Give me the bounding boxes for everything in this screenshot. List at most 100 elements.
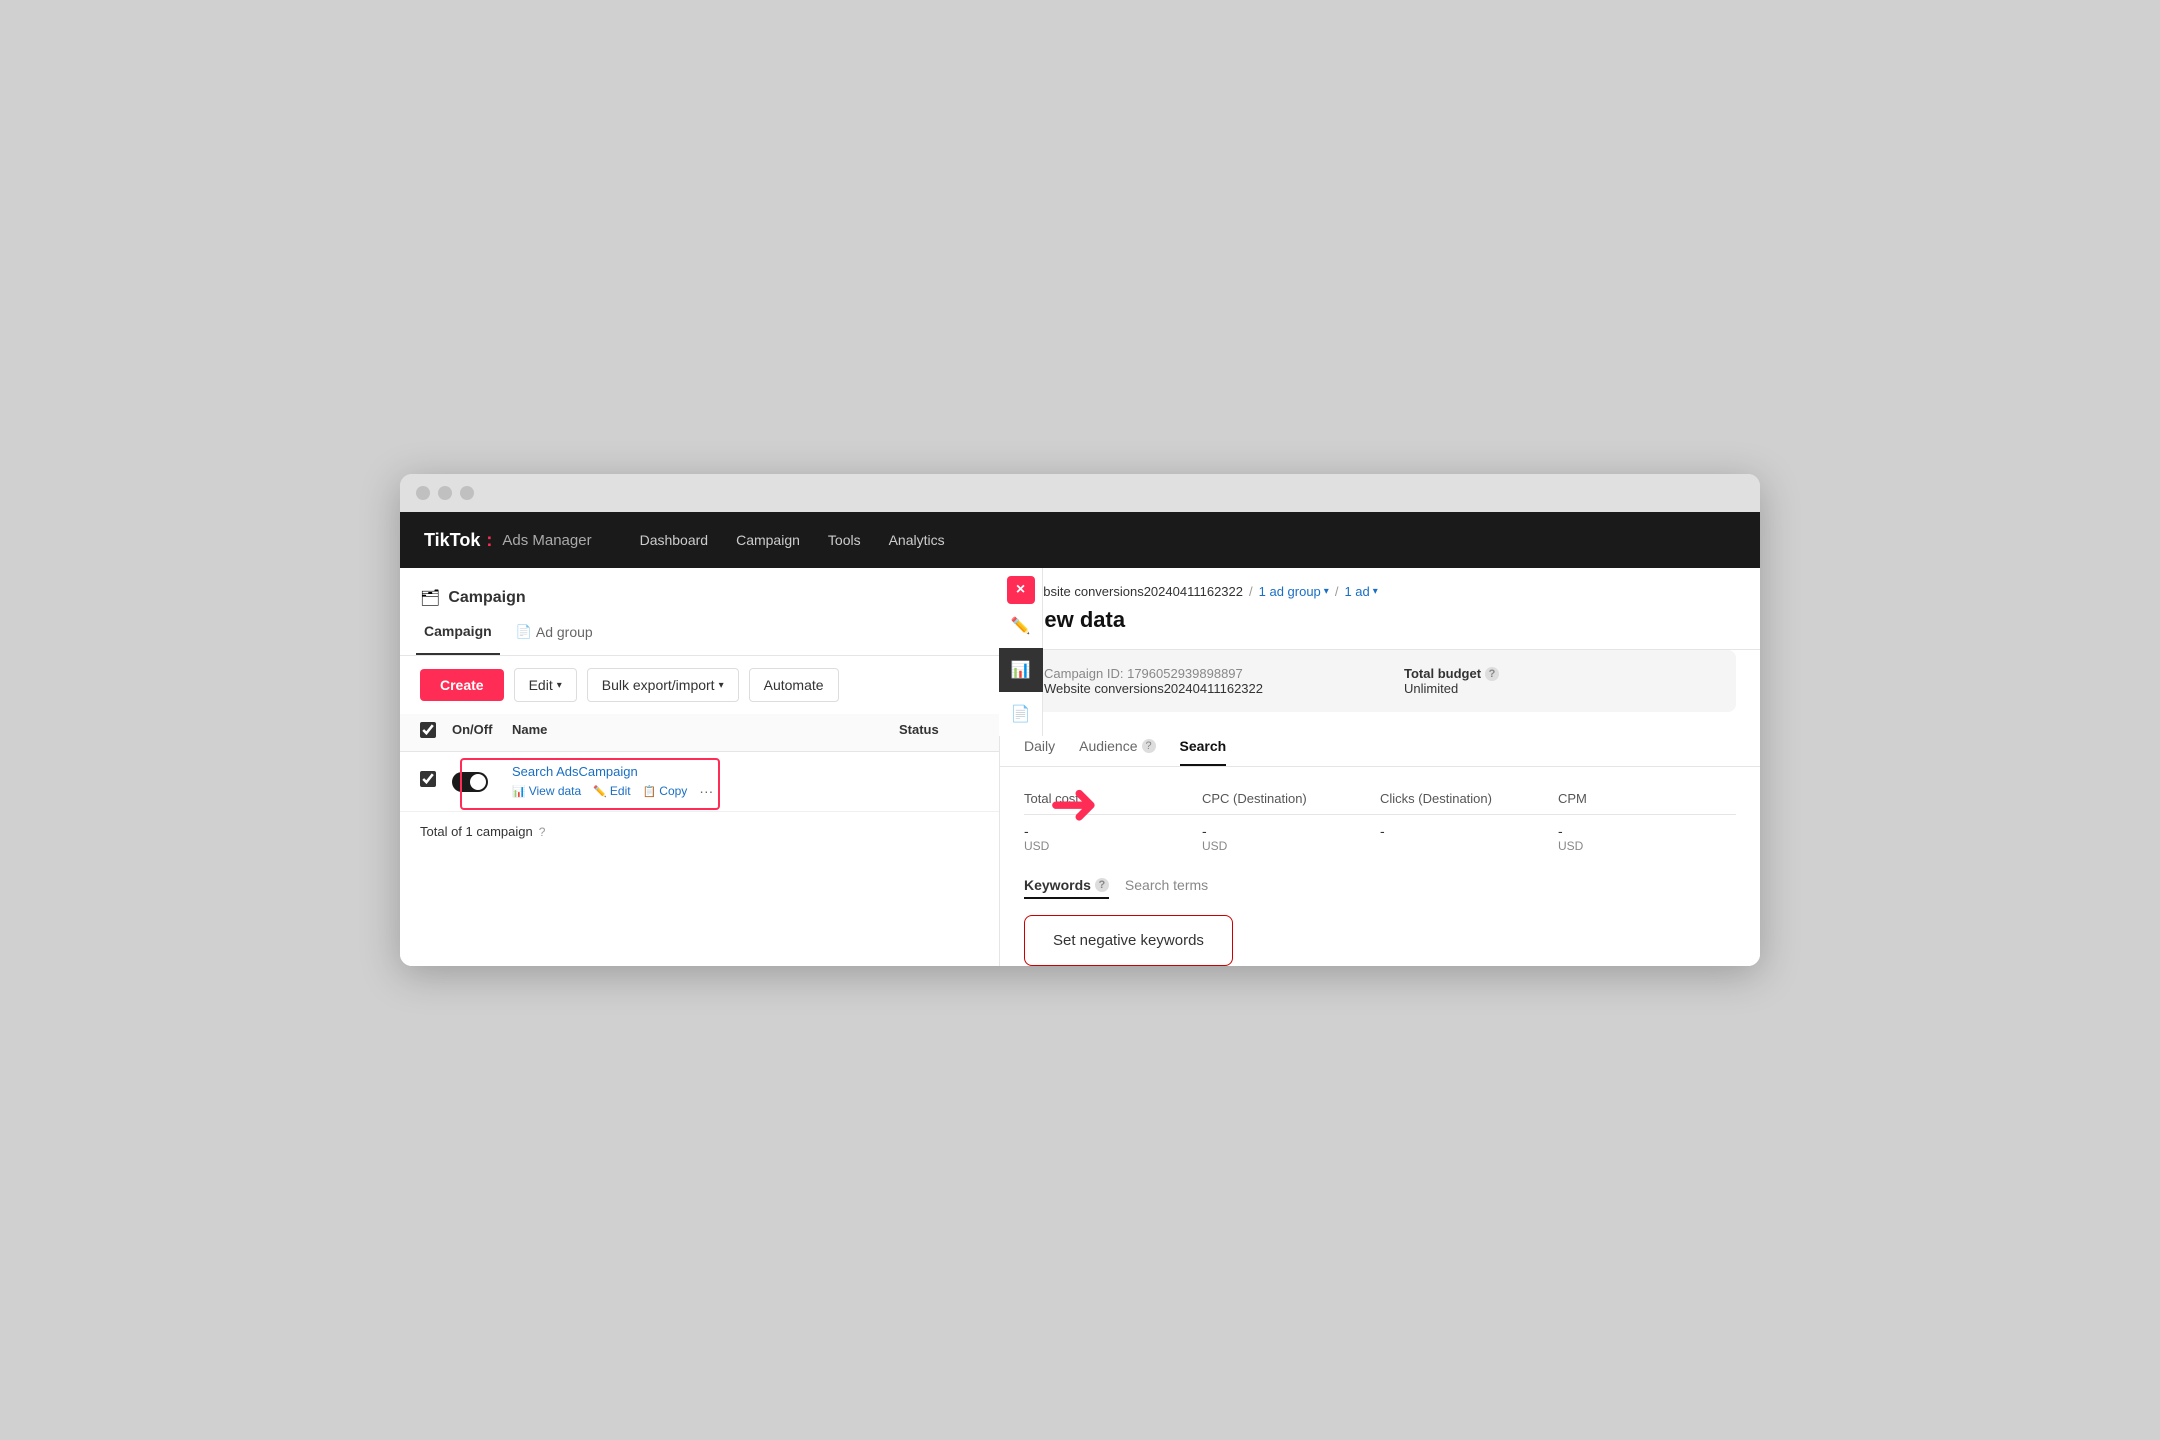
breadcrumb-campaign-name: Website conversions20240411162322 xyxy=(1024,584,1243,599)
view-data-icon: 📊 xyxy=(512,785,526,798)
campaign-toggle[interactable] xyxy=(452,772,488,792)
automate-button[interactable]: Automate xyxy=(749,668,839,702)
view-data-title: View data xyxy=(1024,607,1736,633)
set-keywords-wrapper: Set negative keywords xyxy=(1024,915,1233,966)
brand-colon: : xyxy=(486,530,492,551)
edit-dropdown-arrow: ▾ xyxy=(557,680,562,691)
budget-value: Unlimited xyxy=(1404,681,1716,696)
row-checkbox[interactable] xyxy=(420,771,436,787)
stats-header-row: Total cost CPC (Destination) Clicks (Des… xyxy=(1024,783,1736,815)
close-panel-button[interactable]: × xyxy=(1007,576,1035,604)
left-panel-header: 🗂 Campaign xyxy=(400,568,999,608)
keywords-section: Keywords ? Search terms Set negative key… xyxy=(1000,877,1760,966)
sidebar-pencil-button[interactable]: ✏️ xyxy=(999,604,1043,648)
more-options-icon[interactable]: ··· xyxy=(699,783,713,799)
col-checkbox xyxy=(420,722,452,743)
main-content: 🗂 Campaign Campaign 📄 Ad group Create Ed… xyxy=(400,568,1760,966)
stats-data-row: - USD - USD - - USD xyxy=(1024,815,1736,861)
stats-val-cpm: - USD xyxy=(1558,823,1736,853)
campaign-name[interactable]: Search AdsCampaign xyxy=(512,764,899,779)
edit-link[interactable]: ✏️ Edit xyxy=(593,784,630,798)
folder-icon: 🗂 xyxy=(420,588,440,608)
total-row: Total of 1 campaign ? xyxy=(400,812,999,851)
breadcrumb-sep2: / xyxy=(1335,584,1339,599)
campaign-id-label: Campaign ID: 1796052939898897 xyxy=(1044,666,1376,681)
left-panel-title: Campaign xyxy=(448,589,525,607)
traffic-light-yellow xyxy=(438,486,452,500)
keywords-tab-keywords[interactable]: Keywords ? xyxy=(1024,877,1109,899)
table-body: Search AdsCampaign 📊 View data ✏️ Edit xyxy=(400,752,999,851)
copy-icon: 📋 xyxy=(643,785,657,798)
traffic-light-red xyxy=(416,486,430,500)
breadcrumb-sep1: / xyxy=(1249,584,1253,599)
campaign-action-links: 📊 View data ✏️ Edit 📋 Copy ·· xyxy=(512,783,899,799)
data-tabs: Daily Audience ? Search xyxy=(1000,728,1760,767)
nav-links: Dashboard Campaign Tools Analytics xyxy=(640,532,945,548)
traffic-light-green xyxy=(460,486,474,500)
tab-campaign[interactable]: Campaign xyxy=(416,609,500,655)
col-onoff: On/Off xyxy=(452,722,512,743)
brand-tiktok: TikTok xyxy=(424,530,480,551)
nav-tools[interactable]: Tools xyxy=(828,532,861,548)
view-data-link[interactable]: 📊 View data xyxy=(512,784,581,798)
right-panel-top: Website conversions20240411162322 / 1 ad… xyxy=(1000,568,1760,650)
window-chrome xyxy=(400,474,1760,512)
breadcrumb-ad-link[interactable]: 1 ad ▾ xyxy=(1344,584,1377,599)
right-panel: Website conversions20240411162322 / 1 ad… xyxy=(1000,568,1760,966)
stats-val-cpc: - USD xyxy=(1202,823,1380,853)
info-right: Total budget ? Unlimited xyxy=(1384,666,1716,696)
sidebar-doc-button[interactable]: 📄 xyxy=(999,692,1043,736)
chart-bar-icon: 📊 xyxy=(1011,660,1031,680)
budget-help-icon: ? xyxy=(1485,667,1499,681)
row-checkbox-cell xyxy=(420,771,452,792)
stats-col-cpc: CPC (Destination) xyxy=(1202,791,1380,806)
nav-dashboard[interactable]: Dashboard xyxy=(640,532,709,548)
brand-logo: TikTok: Ads Manager xyxy=(424,530,592,551)
left-tab-bar: Campaign 📄 Ad group xyxy=(400,608,999,656)
edit-button[interactable]: Edit ▾ xyxy=(514,668,577,702)
campaign-name-value: Website conversions20240411162322 xyxy=(1044,681,1376,696)
stats-col-cpm: CPM xyxy=(1558,791,1736,806)
brand-subtitle: Ads Manager xyxy=(502,532,591,549)
toggle-knob xyxy=(470,774,486,790)
ad-dropdown-arrow: ▾ xyxy=(1373,586,1378,597)
bulk-dropdown-arrow: ▾ xyxy=(719,680,724,691)
ad-group-tab-icon: 📄 xyxy=(516,624,532,640)
tab-ad-group[interactable]: 📄 Ad group xyxy=(508,614,601,650)
nav-analytics[interactable]: Analytics xyxy=(889,532,945,548)
total-help-icon: ? xyxy=(539,825,546,839)
copy-link[interactable]: 📋 Copy xyxy=(643,784,688,798)
keywords-help-icon: ? xyxy=(1095,878,1109,892)
stats-section: Total cost CPC (Destination) Clicks (Des… xyxy=(1000,783,1760,877)
breadcrumb-ad-group-link[interactable]: 1 ad group ▾ xyxy=(1259,584,1329,599)
keywords-tab-search-terms[interactable]: Search terms xyxy=(1125,877,1208,899)
left-panel: 🗂 Campaign Campaign 📄 Ad group Create Ed… xyxy=(400,568,1000,966)
budget-label: Total budget ? xyxy=(1404,666,1716,681)
nav-campaign[interactable]: Campaign xyxy=(736,532,800,548)
keywords-tabs: Keywords ? Search terms xyxy=(1024,877,1736,899)
pencil-icon: ✏️ xyxy=(1011,616,1031,636)
table-header: On/Off Name Status xyxy=(400,714,999,752)
set-negative-keywords-button[interactable]: Set negative keywords xyxy=(1024,915,1233,966)
sidebar-chart-button[interactable]: 📊 xyxy=(999,648,1043,692)
main-window: TikTok: Ads Manager Dashboard Campaign T… xyxy=(400,474,1760,966)
bulk-export-button[interactable]: Bulk export/import ▾ xyxy=(587,668,739,702)
tab-audience[interactable]: Audience ? xyxy=(1079,728,1155,766)
row-name-cell: Search AdsCampaign 📊 View data ✏️ Edit xyxy=(512,764,899,799)
table-row: Search AdsCampaign 📊 View data ✏️ Edit xyxy=(400,752,999,812)
stats-col-clicks: Clicks (Destination) xyxy=(1380,791,1558,806)
breadcrumb: Website conversions20240411162322 / 1 ad… xyxy=(1024,584,1736,599)
create-button[interactable]: Create xyxy=(420,669,504,701)
top-nav: TikTok: Ads Manager Dashboard Campaign T… xyxy=(400,512,1760,568)
info-card: Campaign ID: 1796052939898897 Website co… xyxy=(1024,650,1736,712)
row-toggle-cell xyxy=(452,772,512,792)
select-all-checkbox[interactable] xyxy=(420,722,436,738)
col-name: Name xyxy=(512,722,899,743)
info-left: Campaign ID: 1796052939898897 Website co… xyxy=(1044,666,1376,696)
ad-group-dropdown-arrow: ▾ xyxy=(1324,586,1329,597)
audience-help-icon: ? xyxy=(1142,739,1156,753)
stats-val-clicks: - xyxy=(1380,823,1558,853)
tab-search[interactable]: Search xyxy=(1180,728,1227,766)
edit-icon: ✏️ xyxy=(593,785,607,798)
right-arrow-icon: ➜ xyxy=(1049,770,1099,837)
